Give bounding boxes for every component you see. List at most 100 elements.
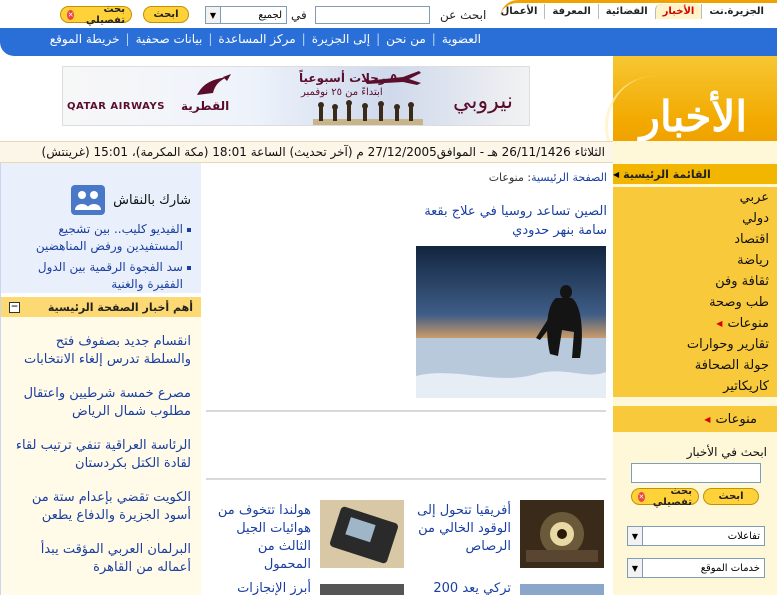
search-button[interactable]: ابحث — [143, 6, 189, 23]
scope-value: لجميع — [258, 9, 282, 21]
menu-item-international[interactable]: دولي — [613, 208, 777, 229]
top-news-title: أهم أخبار الصفحة الرئيسية — [47, 300, 193, 314]
search-label: ابحث عن — [440, 8, 487, 22]
top-news-list: انقسام جديد بصفوف فتح والسلطة تدرس إلغاء… — [1, 317, 201, 595]
top-news-item[interactable]: البرلمان العربي المؤقت يبدأ أعماله من ال… — [15, 541, 191, 577]
separator: | — [125, 32, 130, 46]
banner-headline: ٥ رحلات أسبوعياً — [299, 71, 398, 85]
search-button-label: ابحث — [153, 9, 179, 20]
bullet-icon — [187, 266, 191, 270]
util-link-contact[interactable]: إلى الجزيرة — [306, 32, 376, 46]
interactions-value: تفاعلات — [727, 530, 760, 542]
advanced-search-label: بحث تفصيلي — [85, 3, 125, 26]
breadcrumb-home[interactable]: الصفحة الرئيسية — [531, 171, 607, 184]
menu-item-label: تقارير وحوارات — [686, 337, 769, 352]
chevron-down-icon[interactable]: ▼ — [206, 7, 221, 23]
util-link-help[interactable]: مركز المساعدة — [212, 32, 301, 46]
top-news-header: أهم أخبار الصفحة الرئيسية − — [1, 297, 201, 317]
advanced-search-button[interactable]: بحث تفصيلي ✕ — [60, 3, 132, 26]
menu-item-arab[interactable]: عربي — [613, 187, 777, 208]
news-search-button-label: ابحث — [718, 491, 744, 502]
banner-city: نيروبي — [453, 89, 513, 114]
services-select[interactable]: خدمات الموقع ▼ — [627, 558, 765, 578]
menu-item-health[interactable]: طب وصحة — [613, 292, 777, 313]
qatar-airways-logo-icon — [197, 74, 231, 95]
people-discussion-icon — [71, 185, 106, 215]
top-news-item[interactable]: الرئاسة العراقية تنفي ترتيب لقاء لقادة ا… — [15, 437, 191, 473]
menu-item-culture[interactable]: ثقافة وفن — [613, 271, 777, 292]
menu-item-label: اقتصاد — [734, 232, 769, 247]
divider — [206, 478, 606, 480]
discussion-box: شارك بالنقاش الفيديو كليب.. بين تشجيع ال… — [1, 163, 201, 293]
search-input[interactable] — [315, 6, 430, 24]
collapse-icon[interactable]: − — [9, 301, 20, 313]
menu-item-label: منوعات — [727, 316, 769, 331]
story-headline[interactable]: أبرز الإنجازات — [215, 580, 311, 598]
ad-banner[interactable]: ٥ رحلات أسبوعياً ابتداءً من ٢٥ نوفمبر ني… — [62, 66, 530, 126]
breadcrumb-current: منوعات — [488, 171, 524, 184]
story-headline[interactable]: هولندا تتخوف من هوائيات الجيل الثالث من … — [215, 502, 311, 574]
tab-news[interactable]: الأخبار — [654, 4, 702, 19]
separator: | — [376, 32, 381, 46]
menu-item-label: ثقافة وفن — [715, 274, 769, 289]
interactions-select[interactable]: تفاعلات ▼ — [627, 526, 765, 546]
menu-item-reports[interactable]: تقارير وحوارات — [613, 334, 777, 355]
tab-aljazeera-net[interactable]: الجزيرة.نت — [701, 4, 771, 19]
news-advanced-search-label: بحث تفصيلي — [652, 485, 692, 508]
airline-name-ar: القطرية — [181, 99, 230, 113]
story-thumbnail[interactable] — [320, 582, 404, 595]
main-story-photo[interactable] — [416, 246, 606, 398]
close-icon: ✕ — [67, 9, 75, 20]
separator: | — [208, 32, 213, 46]
people-illustration — [313, 100, 423, 125]
menu-item-press-tour[interactable]: جولة الصحافة — [613, 355, 777, 376]
discussion-link-text: الفيديو كليب.. بين تشجيع المستفيدين ورفض… — [35, 222, 183, 253]
close-icon: ✕ — [638, 491, 645, 502]
story-thumbnail[interactable] — [520, 500, 604, 568]
top-news-item[interactable]: مصرع خمسة شرطيين واعتقال مطلوب شمال الري… — [15, 385, 191, 421]
menu-item-label: دولي — [742, 211, 769, 226]
left-sidebar: شارك بالنقاش الفيديو كليب.. بين تشجيع ال… — [0, 163, 201, 595]
discussion-title: شارك بالنقاش — [113, 192, 191, 208]
discussion-links: الفيديو كليب.. بين تشجيع المستفيدين ورفض… — [11, 221, 191, 297]
news-search-input[interactable] — [631, 463, 761, 483]
top-news-item[interactable]: انقسام جديد بصفوف فتح والسلطة تدرس إلغاء… — [15, 333, 191, 369]
menu-item-misc[interactable]: منوعات ◀ — [613, 313, 777, 334]
scope-select[interactable]: لجميع ▼ — [205, 6, 287, 24]
discussion-link-text: سد الفجوة الرقمية بين الدول الفقيرة والغ… — [37, 260, 183, 291]
menu-item-economy[interactable]: اقتصاد — [613, 229, 777, 250]
news-search-button[interactable]: ابحث — [703, 488, 759, 505]
util-link-about[interactable]: من نحن — [380, 32, 432, 46]
main-headline[interactable]: الصين تساعد روسيا في علاج بقعة سامة بنهر… — [417, 202, 607, 240]
main-menu: عربي دولي اقتصاد رياضة ثقافة وفن طب وصحة… — [613, 187, 777, 397]
story-headline[interactable]: تركي يعد 200 — [415, 580, 511, 598]
discussion-header: شارك بالنقاش — [71, 185, 191, 215]
menu-item-sports[interactable]: رياضة — [613, 250, 777, 271]
chevron-down-icon[interactable]: ▼ — [628, 559, 643, 577]
main-menu-title: القائمة الرئيسية — [623, 167, 711, 181]
main-menu-header: القائمة الرئيسية ◀ — [613, 164, 777, 184]
story-thumbnail[interactable] — [320, 500, 404, 568]
story-headline[interactable]: أفريقيا تتحول إلى الوقود الخالي من الرصا… — [415, 502, 511, 556]
menu-item-label: كاريكاتير — [723, 379, 769, 394]
top-news-item[interactable]: الكويت تقضي بإعدام ستة من أسود الجزيرة و… — [15, 489, 191, 525]
tab-business[interactable]: الأعمال — [494, 4, 545, 19]
breadcrumb: الصفحة الرئيسية: منوعات — [489, 171, 607, 184]
tab-channel[interactable]: الفضائية — [597, 4, 655, 19]
tab-knowledge[interactable]: المعرفة — [544, 4, 597, 19]
discussion-link[interactable]: الفيديو كليب.. بين تشجيع المستفيدين ورفض… — [11, 221, 191, 255]
chevron-down-icon[interactable]: ▼ — [628, 527, 643, 545]
separator: | — [431, 32, 436, 46]
bullet-icon — [187, 228, 191, 232]
story-thumbnail[interactable] — [520, 582, 604, 595]
util-link-sitemap[interactable]: خريطة الموقع — [44, 32, 126, 46]
util-link-press[interactable]: بيانات صحفية — [130, 32, 209, 46]
discussion-link[interactable]: سد الفجوة الرقمية بين الدول الفقيرة والغ… — [11, 259, 191, 293]
news-advanced-search-button[interactable]: بحث تفصيلي ✕ — [631, 485, 699, 508]
section-misc-link[interactable]: منوعات ◀ — [613, 406, 777, 432]
section-title: الأخبار — [639, 92, 747, 141]
util-link-membership[interactable]: العضوية — [436, 32, 487, 46]
news-search-box: ابحث في الأخبار ابحث بحث تفصيلي ✕ — [613, 441, 777, 517]
triangle-down-icon: ◀ — [613, 169, 620, 179]
menu-item-caricature[interactable]: كاريكاتير — [613, 376, 777, 397]
